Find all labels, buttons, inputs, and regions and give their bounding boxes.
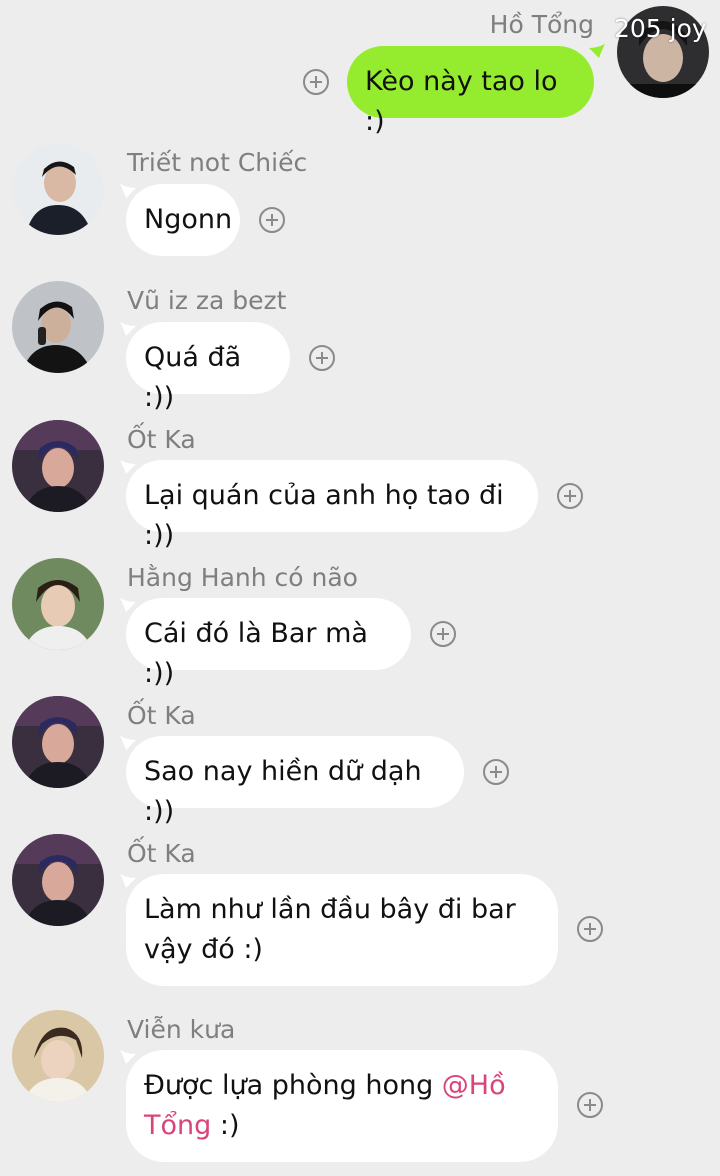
message-text: Quá đã :))	[144, 342, 242, 413]
message-bubble[interactable]: Lại quán của anh họ tao đi :))	[126, 460, 538, 551]
add-reaction-button[interactable]	[577, 1092, 603, 1118]
message-bubble[interactable]: Kèo này tao lo :)	[347, 46, 594, 137]
message-bubble[interactable]: Sao nay hiền dữ dạh :))	[126, 736, 464, 827]
add-reaction-button[interactable]	[577, 916, 603, 942]
avatar[interactable]	[12, 1010, 104, 1102]
mention-link[interactable]: @Hồ	[442, 1070, 506, 1101]
message-text: Ngonn	[144, 204, 233, 235]
watermark-text: 205 joy	[614, 14, 707, 43]
bubble-tail	[589, 44, 607, 62]
message-text: Sao nay hiền dữ dạh :))	[144, 756, 422, 827]
message-bubble[interactable]: Cái đó là Bar mà :))	[126, 598, 411, 689]
message-bubble[interactable]: Ngonn	[126, 184, 240, 256]
add-reaction-button[interactable]	[483, 759, 509, 785]
message-text: Được lựa phòng hong	[144, 1070, 442, 1101]
message-text-line: Làm như lần đầu bây đi bar	[144, 894, 516, 925]
message-text-line: Được lựa phòng hong @Hồ	[144, 1066, 540, 1106]
message-text: Lại quán của anh họ tao đi :))	[144, 480, 504, 551]
sender-name: Hằng Hanh có não	[127, 563, 358, 592]
avatar[interactable]	[12, 696, 104, 788]
mention-link[interactable]: Tổng	[144, 1110, 211, 1141]
avatar[interactable]	[12, 420, 104, 512]
message-text-line: vậy đó :)	[144, 934, 263, 965]
sender-name: Ốt Ka	[127, 839, 196, 868]
message-text-line: Tổng :)	[144, 1106, 540, 1146]
message-bubble[interactable]: Làm như lần đầu bây đi bar vậy đó :)	[126, 874, 558, 986]
avatar[interactable]	[12, 834, 104, 926]
add-reaction-button[interactable]	[259, 207, 285, 233]
message-bubble[interactable]: Được lựa phòng hong @Hồ Tổng :)	[126, 1050, 558, 1162]
message-bubble[interactable]: Quá đã :))	[126, 322, 290, 413]
message-text: Kèo này tao lo :)	[365, 66, 558, 137]
message-text: Cái đó là Bar mà :))	[144, 618, 368, 689]
sender-name: Viễn kưa	[127, 1015, 236, 1044]
sender-name: Hồ Tổng	[489, 10, 594, 39]
add-reaction-button[interactable]	[309, 345, 335, 371]
sender-name: Ốt Ka	[127, 425, 196, 454]
avatar[interactable]	[12, 143, 104, 235]
sender-name: Ốt Ka	[127, 701, 196, 730]
sender-name: Triết not Chiếc	[127, 148, 308, 177]
add-reaction-button[interactable]	[430, 621, 456, 647]
add-reaction-button[interactable]	[557, 483, 583, 509]
add-reaction-button[interactable]	[303, 69, 329, 95]
sender-name: Vũ iz za bezt	[127, 286, 287, 315]
avatar[interactable]	[12, 558, 104, 650]
message-text: :)	[211, 1110, 240, 1141]
avatar[interactable]	[12, 281, 104, 373]
